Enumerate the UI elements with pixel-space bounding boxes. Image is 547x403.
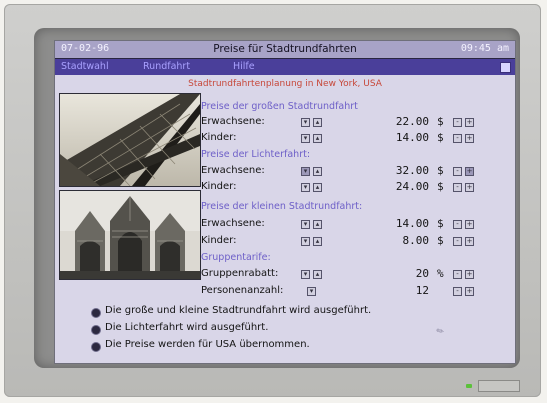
section-title-gruppe: Gruppentarife: (201, 252, 271, 263)
licht-erwachsene-down-button[interactable]: ▾ (301, 167, 310, 176)
time-display: 09:45 am (460, 43, 509, 54)
option-3-label[interactable]: Die Preise werden für USA übernommen. (105, 339, 310, 350)
licht-kinder-value[interactable]: 24.00 (373, 180, 429, 193)
label-gross-erwachsene: Erwachsene: (201, 116, 265, 127)
app-window: 07-02-96 Preise für Stadtrundfahrten 09:… (54, 40, 516, 364)
gruppenrabatt-value[interactable]: 20 (373, 267, 429, 280)
licht-erwachsene-minus-button[interactable]: - (453, 167, 462, 176)
licht-kinder-up-button[interactable]: ▴ (313, 183, 322, 192)
gruppenrabatt-minus-button[interactable]: - (453, 270, 462, 279)
option-2-label[interactable]: Die Lichterfahrt wird ausgeführt. (105, 322, 268, 333)
gross-kinder-plus-button[interactable]: + (465, 134, 474, 143)
page-subtitle: Stadtrundfahrtenplanung in New York, USA (188, 79, 382, 89)
gross-kinder-unit: $ (437, 131, 444, 144)
menu-bar: Stadtwahl Rundfahrt Hilfe (55, 59, 515, 75)
gross-kinder-down-button[interactable]: ▾ (301, 134, 310, 143)
gross-erwachsene-unit: $ (437, 115, 444, 128)
licht-kinder-unit: $ (437, 180, 444, 193)
eiffel-tower-image (60, 94, 200, 186)
section-title-licht: Preise der Lichterfahrt: (201, 149, 311, 160)
klein-erwachsene-up-button[interactable]: ▴ (313, 220, 322, 229)
gruppenrabatt-down-button[interactable]: ▾ (301, 270, 310, 279)
gross-kinder-value[interactable]: 14.00 (373, 131, 429, 144)
gross-kinder-up-button[interactable]: ▴ (313, 134, 322, 143)
option-1-radio[interactable] (91, 308, 101, 318)
klein-erwachsene-unit: $ (437, 217, 444, 230)
klein-kinder-plus-button[interactable]: + (465, 237, 474, 246)
gross-erwachsene-value[interactable]: 22.00 (373, 115, 429, 128)
gross-erwachsene-up-button[interactable]: ▴ (313, 118, 322, 127)
label-licht-kinder: Kinder: (201, 181, 237, 192)
section-title-gross: Preise der großen Stadtrundfahrt (201, 101, 358, 112)
menu-hilfe[interactable]: Hilfe (233, 61, 255, 72)
licht-erwachsene-value[interactable]: 32.00 (373, 164, 429, 177)
close-icon[interactable] (500, 62, 511, 73)
licht-kinder-down-button[interactable]: ▾ (301, 183, 310, 192)
menu-rundfahrt[interactable]: Rundfahrt (143, 61, 190, 72)
klein-kinder-unit: $ (437, 234, 444, 247)
klein-kinder-up-button[interactable]: ▴ (313, 237, 322, 246)
gothic-building-image (60, 191, 200, 279)
gruppenrabatt-plus-button[interactable]: + (465, 270, 474, 279)
klein-kinder-value[interactable]: 8.00 (373, 234, 430, 247)
gothic-building-photo (59, 190, 201, 280)
option-2-radio[interactable] (91, 325, 101, 335)
eiffel-tower-photo (59, 93, 201, 187)
personenanzahl-value[interactable]: 12 (373, 284, 429, 297)
power-led (466, 384, 472, 388)
label-gross-kinder: Kinder: (201, 132, 237, 143)
menu-stadtwahl[interactable]: Stadtwahl (61, 61, 109, 72)
personenanzahl-plus-button[interactable]: + (465, 287, 474, 296)
label-licht-erwachsene: Erwachsene: (201, 165, 265, 176)
section-title-klein: Preise der kleinen Stadtrundfahrt: (201, 201, 363, 212)
gross-erwachsene-down-button[interactable]: ▾ (301, 118, 310, 127)
disk-slot (478, 380, 520, 392)
personenanzahl-down-button[interactable]: ▾ (307, 287, 316, 296)
gruppenrabatt-unit: % (437, 267, 444, 280)
klein-erwachsene-down-button[interactable]: ▾ (301, 220, 310, 229)
klein-kinder-minus-button[interactable]: - (453, 237, 462, 246)
klein-kinder-down-button[interactable]: ▾ (301, 237, 310, 246)
label-klein-erwachsene: Erwachsene: (201, 218, 265, 229)
window-title: Preise für Stadtrundfahrten (213, 43, 357, 55)
licht-erwachsene-up-button[interactable]: ▴ (313, 167, 322, 176)
licht-kinder-minus-button[interactable]: - (453, 183, 462, 192)
gross-kinder-minus-button[interactable]: - (453, 134, 462, 143)
label-personenanzahl: Personenanzahl: (201, 285, 284, 296)
label-gruppenrabatt: Gruppenrabatt: (201, 268, 279, 279)
label-klein-kinder: Kinder: (201, 235, 237, 246)
licht-kinder-plus-button[interactable]: + (465, 183, 474, 192)
option-3-radio[interactable] (91, 342, 101, 352)
pointer-icon: ✎ (435, 325, 447, 339)
gruppenrabatt-up-button[interactable]: ▴ (313, 270, 322, 279)
gross-erwachsene-minus-button[interactable]: - (453, 118, 462, 127)
personenanzahl-minus-button[interactable]: - (453, 287, 462, 296)
klein-erwachsene-value[interactable]: 14.00 (373, 217, 429, 230)
klein-erwachsene-plus-button[interactable]: + (465, 220, 474, 229)
klein-erwachsene-minus-button[interactable]: - (453, 220, 462, 229)
licht-erwachsene-plus-button[interactable]: + (465, 167, 474, 176)
title-bar: 07-02-96 Preise für Stadtrundfahrten 09:… (55, 41, 515, 59)
licht-erwachsene-unit: $ (437, 164, 444, 177)
option-1-label[interactable]: Die große und kleine Stadtrundfahrt wird… (105, 305, 371, 316)
gross-erwachsene-plus-button[interactable]: + (465, 118, 474, 127)
